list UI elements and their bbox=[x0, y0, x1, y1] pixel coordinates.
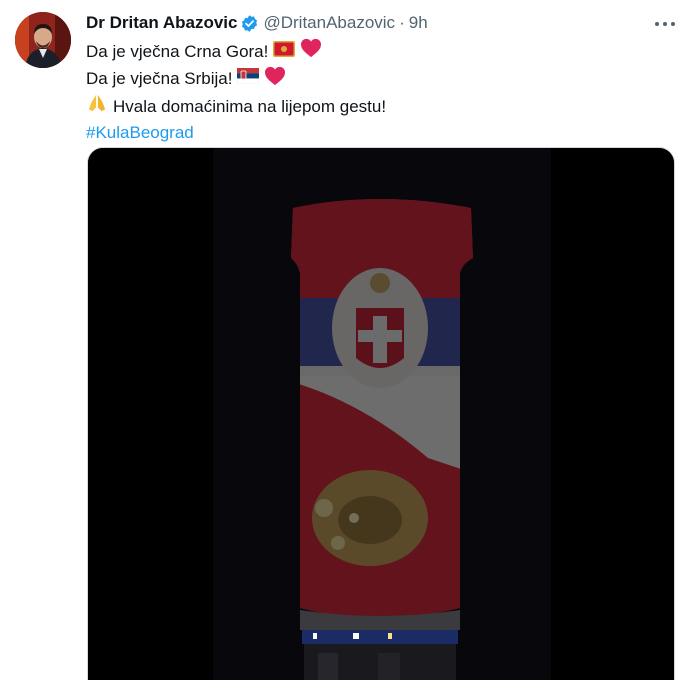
red-heart-emoji bbox=[300, 38, 322, 66]
tweet-card[interactable]: Dr Dritan Abazovic @DritanAbazovic · 9h … bbox=[0, 0, 697, 680]
more-options-icon[interactable] bbox=[653, 14, 677, 34]
tower-lights-image bbox=[88, 148, 674, 680]
user-handle[interactable]: @DritanAbazovic bbox=[263, 13, 395, 33]
tweet-line-1: Da je vječna Crna Gora! bbox=[86, 38, 676, 66]
verified-badge-icon bbox=[240, 14, 259, 33]
tweet-header: Dr Dritan Abazovic @DritanAbazovic · 9h bbox=[86, 12, 428, 34]
tweet-timestamp[interactable]: 9h bbox=[409, 13, 428, 33]
tweet-line-1-text: Da je vječna Crna Gora! bbox=[86, 41, 269, 61]
montenegro-flag-emoji bbox=[273, 40, 296, 65]
tweet-line-2-text: Da je vječna Srbija! bbox=[86, 69, 233, 88]
red-heart-emoji bbox=[264, 66, 286, 94]
avatar[interactable] bbox=[15, 12, 71, 68]
tweet-media-video[interactable] bbox=[87, 147, 675, 680]
avatar-image bbox=[15, 12, 71, 68]
folded-hands-emoji bbox=[86, 93, 108, 121]
serbia-flag-emoji bbox=[237, 67, 260, 92]
separator-dot: · bbox=[399, 13, 405, 32]
tweet-text: Da je vječna Crna Gora! Da je vječna Srb… bbox=[86, 38, 676, 145]
tweet-line-3: Hvala domaćinima na lijepom gestu! bbox=[86, 93, 676, 121]
tweet-line-2: Da je vječna Srbija! bbox=[86, 66, 676, 94]
hashtag-link[interactable]: #KulaBeograd bbox=[86, 121, 194, 146]
tweet-line-3-text: Hvala domaćinima na lijepom gestu! bbox=[113, 96, 387, 116]
display-name[interactable]: Dr Dritan Abazovic bbox=[86, 13, 237, 33]
tweet-line-4: #KulaBeograd bbox=[86, 121, 676, 146]
